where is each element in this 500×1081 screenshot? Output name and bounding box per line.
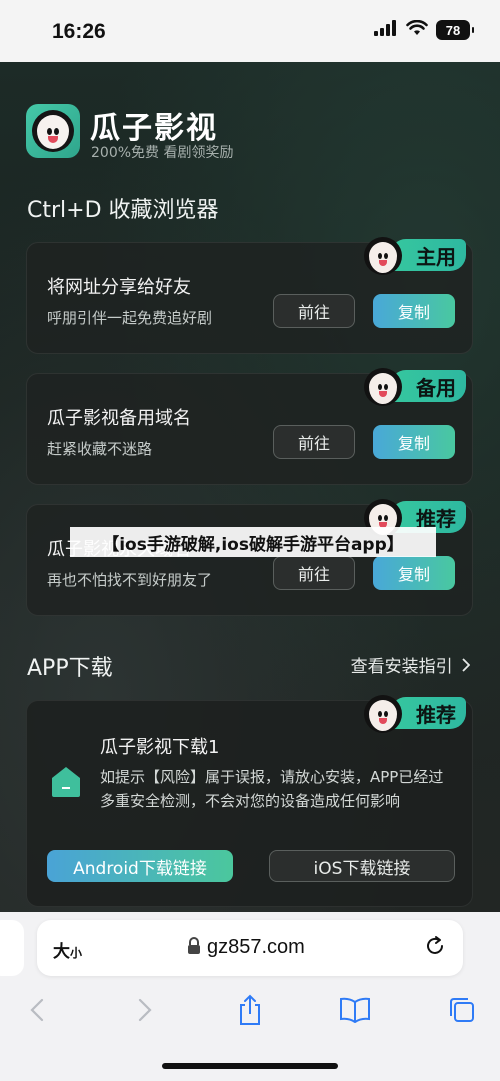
card-subtitle: 再也不怕找不到好朋友了	[47, 571, 213, 589]
overlay-banner: 【ios手游破解,ios破解手游平台app】	[70, 527, 436, 557]
app-download-heading: APP下载	[27, 656, 113, 681]
address-bar[interactable]: 大小 gz857.com	[37, 920, 463, 976]
text-size-small: 小	[70, 946, 83, 960]
app-tagline: 200%免费 看剧领奖励	[91, 145, 234, 161]
badge-backup: 备用	[364, 368, 466, 406]
card-title: 瓜子影视备用域名	[47, 408, 191, 429]
chevron-right-icon	[462, 657, 471, 677]
url-text: gz857.com	[207, 936, 305, 958]
forward-icon[interactable]	[125, 990, 165, 1030]
link-card-backup: 备用 瓜子影视备用域名 赶紧收藏不迷路 前往 复制	[26, 368, 473, 485]
browser-toolbar: 大小 gz857.com	[0, 912, 500, 1081]
badge-recommended: 推荐	[364, 695, 466, 733]
url-display[interactable]: gz857.com	[187, 936, 305, 959]
mascot-icon	[32, 110, 74, 152]
install-guide-link[interactable]: 查看安装指引	[350, 652, 471, 677]
badge-primary: 主用	[364, 237, 466, 275]
web-content: 瓜子影视 200%免费 看剧领奖励 Ctrl+D 收藏浏览器 主用 将网址分享给…	[0, 62, 500, 912]
home-indicator	[162, 1063, 338, 1069]
go-button[interactable]: 前往	[273, 425, 355, 459]
shield-icon	[49, 765, 83, 799]
browser-nav-row	[0, 990, 500, 1030]
link-card-recommended: 推荐 瓜子影视永久域名 再也不怕找不到好朋友了 前往 复制	[26, 499, 473, 616]
app-logo	[26, 104, 80, 158]
download-description: 如提示【风险】属于误报，请放心安装，APP已经过多重安全检测，不会对您的设备造成…	[100, 768, 444, 810]
status-time: 16:26	[52, 20, 106, 43]
copy-button[interactable]: 复制	[373, 425, 455, 459]
download-card: 推荐 瓜子影视下载1 如提示【风险】属于误报，请放心安装，APP已经过多重安全检…	[26, 695, 473, 907]
mascot-icon	[364, 237, 402, 275]
battery-icon: 78	[436, 20, 474, 40]
status-bar: 16:26 78	[0, 0, 500, 62]
card-subtitle: 赶紧收藏不迷路	[47, 440, 153, 458]
status-icons: 78	[374, 19, 474, 40]
lock-icon	[187, 936, 201, 959]
tabs-icon[interactable]	[442, 990, 482, 1030]
cellular-signal-icon	[374, 20, 398, 40]
bookmark-heading: Ctrl+D 收藏浏览器	[27, 198, 219, 223]
reload-icon[interactable]	[423, 934, 447, 962]
text-size-button[interactable]: 大小	[53, 937, 82, 962]
download-title: 瓜子影视下载1	[100, 737, 220, 758]
app-name: 瓜子影视	[90, 111, 218, 146]
copy-button[interactable]: 复制	[373, 556, 455, 590]
bookmarks-icon[interactable]	[335, 990, 375, 1030]
android-download-button[interactable]: Android下载链接	[47, 850, 233, 882]
go-button[interactable]: 前往	[273, 556, 355, 590]
previous-tab-preview[interactable]	[0, 920, 24, 976]
text-size-label: 大	[53, 942, 70, 962]
share-icon[interactable]	[230, 990, 270, 1030]
wifi-icon	[406, 19, 428, 40]
card-subtitle: 呼朋引伴一起免费追好剧	[47, 309, 213, 327]
card-title: 将网址分享给好友	[47, 277, 191, 298]
link-card-primary: 主用 将网址分享给好友 呼朋引伴一起免费追好剧 前往 复制	[26, 237, 473, 354]
go-button[interactable]: 前往	[273, 294, 355, 328]
install-guide-label: 查看安装指引	[350, 657, 453, 677]
mascot-icon	[364, 695, 402, 733]
copy-button[interactable]: 复制	[373, 294, 455, 328]
mascot-icon	[364, 368, 402, 406]
ios-download-button[interactable]: iOS下载链接	[269, 850, 455, 882]
back-icon[interactable]	[17, 990, 57, 1030]
